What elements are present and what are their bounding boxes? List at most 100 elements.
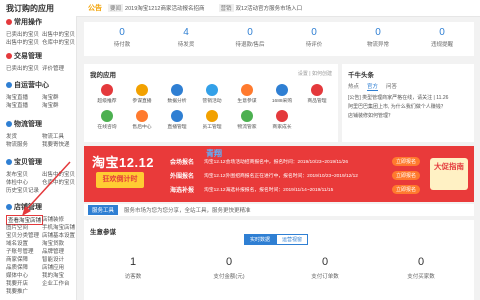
app-item[interactable]: 1688采购 [265, 84, 299, 104]
app-icon [276, 84, 288, 96]
banner-row-label: 外围报名 [170, 173, 195, 180]
sidebar-link[interactable]: 淘宝贷款 [42, 239, 64, 247]
sidebar-link[interactable]: 仓库中的宝贝 [42, 38, 75, 46]
sidebar-link[interactable]: 店铺装修 [42, 215, 64, 223]
order-stat[interactable]: 0 违规提醒 [418, 27, 466, 48]
sidebar-link[interactable]: 图片空间 [6, 223, 28, 231]
sidebar-link[interactable]: 淘宝群 [42, 93, 59, 101]
apps-settings-link[interactable]: 设置 | 如何创建 [298, 70, 332, 77]
sidebar-link[interactable]: 我要推广 [6, 287, 28, 295]
sidebar-link[interactable]: 已卖出的宝贝 [6, 30, 39, 38]
biz-tab[interactable]: 运营视窗 [276, 234, 309, 245]
sidebar-link[interactable]: 店铺基本设置 [42, 231, 75, 239]
order-stat[interactable]: 0 待评价 [290, 27, 338, 48]
news-tab[interactable]: 官方 [367, 82, 379, 91]
banner-row-text: 淘宝12.12海选补报报名，报名时间：2019/11/14~2019/11/15 [204, 187, 334, 193]
app-item[interactable]: 员工管理 [195, 110, 229, 130]
app-item[interactable]: 在线咨询 [90, 110, 124, 130]
app-label: 生意参谋 [237, 99, 257, 104]
section-label: 物流管理 [14, 121, 42, 128]
promo-banner[interactable]: 淘宝12.12 狂欢倒计时 青翔 大促指南 会场报名 淘宝12.12会场活动招商报… [84, 146, 474, 202]
sidebar-link[interactable]: 智能设计 [42, 255, 64, 263]
app-item[interactable]: 参谋直播 [125, 84, 159, 104]
app-item[interactable]: 售后中心 [125, 110, 159, 130]
order-stat[interactable]: 0 待退款/售后 [226, 27, 274, 48]
register-button[interactable]: 立即报名 [391, 170, 420, 180]
sidebar-link[interactable]: 企业工作台 [42, 279, 70, 287]
sidebar-link[interactable]: 媒体中心 [6, 271, 28, 279]
sidebar-link[interactable]: 发货 [6, 132, 17, 140]
news-tab[interactable]: 问答 [386, 82, 397, 91]
news-item[interactable]: [公告] 类型管理商家严格在线，请关注 | 11.26 [348, 94, 472, 101]
register-button[interactable]: 立即报名 [391, 184, 420, 194]
news-tab[interactable]: 热点 [348, 82, 359, 91]
order-stat[interactable]: 0 待付款 [98, 27, 146, 48]
sidebar-link[interactable]: 域名设置 [6, 239, 28, 247]
biz-title: 生意参谋 [90, 229, 116, 236]
app-label: 1688采购 [271, 99, 293, 104]
biz-stat-label: 访客数 [124, 274, 142, 280]
sidebar-link[interactable]: 手机淘宝店铺 [42, 223, 75, 231]
biz-stat-value: 0 [321, 256, 329, 268]
app-item[interactable]: 商家成长 [265, 110, 299, 130]
order-stat[interactable]: 0 物流异常 [354, 27, 402, 48]
biz-stat: 0 支付金额(元) [194, 256, 264, 280]
sidebar-link[interactable]: 宝贝分类管理 [6, 231, 39, 239]
sidebar-link[interactable]: 子账号管理 [6, 247, 34, 255]
sidebar-section-title: 店铺管理 [6, 202, 42, 212]
stat-value: 0 [439, 27, 445, 38]
app-item[interactable]: 商品管理 [300, 84, 334, 104]
sidebar-link[interactable]: 我的淘宝 [42, 271, 64, 279]
sidebar-link[interactable]: 品质保障 [6, 263, 28, 271]
sidebar-link[interactable]: 商家保障 [6, 255, 28, 263]
sidebar-link[interactable]: 淘宝直播 [6, 93, 28, 101]
stat-value: 0 [247, 27, 253, 38]
notice-link[interactable]: 双12活动官方服务市场入口 [236, 4, 303, 12]
news-item[interactable]: 阿里巴巴集团上市, 为什么我们做个人赚钱？ [348, 103, 472, 110]
banner-row: 海选补报 淘宝12.12海选补报报名，报名时间：2019/11/14~2019/1… [170, 184, 420, 194]
sidebar-link[interactable]: 淘宝群 [42, 101, 59, 109]
sidebar-section-title: 常用操作 [6, 17, 42, 27]
sidebar-link[interactable]: 出售中的宝贝 [42, 30, 75, 38]
apps-title: 我的应用 [90, 72, 116, 79]
stat-label: 待退款/售后 [235, 42, 265, 48]
order-stat[interactable]: 4 待发货 [162, 27, 210, 48]
sidebar-link[interactable]: 淘宝直播 [6, 101, 28, 109]
sidebar-link[interactable]: 历史宝贝记录 [6, 186, 39, 194]
section-label: 店铺管理 [14, 204, 42, 211]
sidebar-link[interactable]: 仓库中的宝贝 [42, 178, 75, 186]
sidebar-section-title: 宝贝管理 [6, 157, 42, 167]
sidebar-link[interactable]: 出售中的宝贝 [42, 170, 75, 178]
notice-link[interactable]: 2019淘宝1212商家活动报名招商 [125, 4, 204, 12]
stat-value: 0 [375, 27, 381, 38]
sidebar-link[interactable]: 物流工具 [42, 132, 64, 140]
sidebar-link[interactable]: 我要寄快递 [42, 140, 70, 148]
biz-tab[interactable]: 实时数据 [244, 234, 277, 245]
app-label: 商家成长 [272, 125, 292, 130]
service-badge[interactable]: 服务工具 [88, 205, 119, 215]
main-content: 公告 要闻 2019淘宝1212商家活动报名招商 营销 双12活动官方服务市场入… [84, 0, 480, 300]
app-item[interactable]: 营销活动 [195, 84, 229, 104]
app-item[interactable]: 超级推荐 [90, 84, 124, 104]
notice-label: 公告 [88, 5, 102, 12]
register-button[interactable]: 立即报名 [391, 156, 420, 166]
sidebar-link[interactable]: 体检中心 [6, 178, 28, 186]
news-item[interactable]: 店铺装修如何管理？ [348, 112, 472, 119]
promo-guide-button[interactable]: 大促指南 [430, 158, 468, 190]
order-stats: 0 待付款 4 待发货 0 待退款/售后 0 待评价 0 物流异常 0 违规提醒 [84, 22, 474, 56]
sidebar-link[interactable]: 品牌管理 [42, 247, 64, 255]
app-icon [276, 110, 288, 122]
sidebar-link[interactable]: 已卖出的宝贝 [6, 64, 39, 72]
sidebar-link[interactable]: 评价管理 [42, 64, 64, 72]
sidebar-link[interactable]: 店铺应用 [42, 263, 64, 271]
app-icon [171, 110, 183, 122]
app-item[interactable]: 物流管家 [230, 110, 264, 130]
app-item[interactable]: 数据分析 [160, 84, 194, 104]
sidebar-link[interactable]: 我要开店 [6, 279, 28, 287]
sidebar-link[interactable]: 发布宝贝 [6, 170, 28, 178]
sidebar-link[interactable]: 出售中的宝贝 [6, 38, 39, 46]
app-item[interactable]: 生意参谋 [230, 84, 264, 104]
app-item[interactable]: 直播管理 [160, 110, 194, 130]
sidebar-link[interactable]: 物流服务 [6, 140, 28, 148]
stat-label: 待付款 [113, 42, 131, 48]
